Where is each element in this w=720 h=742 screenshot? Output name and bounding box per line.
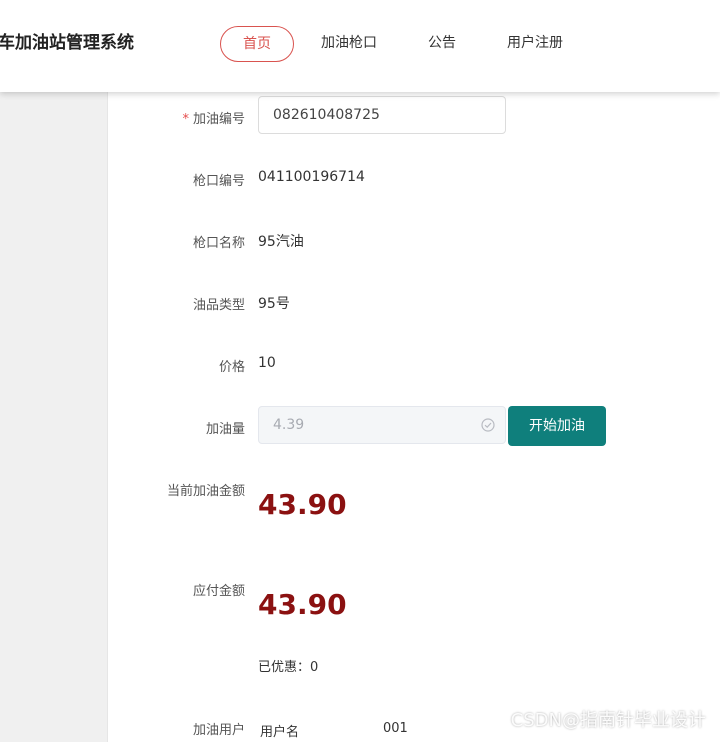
payable-label: 应付金额 [192,584,245,599]
site-title: 车加油站管理系统 [0,33,134,53]
price-value: 10 [258,355,276,371]
check-circle-icon [481,418,495,432]
discount-text: 已优惠：0 [258,660,319,675]
fuel-amount-value: 4.39 [273,417,305,433]
oil-type-value: 95号 [258,296,290,312]
fuel-user-value: 001 [383,721,408,736]
nav-home[interactable]: 首页 [220,26,294,62]
fuel-user-field-label: 用户名 [260,725,300,740]
nozzle-no-value: 041100196714 [258,169,365,185]
nav-user-register[interactable]: 用户注册 [507,26,563,60]
start-fueling-button[interactable]: 开始加油 [508,406,606,446]
fuel-no-input[interactable]: 082610408725 [258,96,506,134]
main-form-panel: * 加油编号 082610408725 枪口编号 041100196714 枪口名… [107,92,720,742]
fuel-amount-label: 加油量 [205,422,245,437]
required-mark: * [182,112,189,127]
nav-announcement[interactable]: 公告 [428,26,456,60]
nozzle-name-label: 枪口名称 [192,236,245,251]
nav-fuel-nozzle[interactable]: 加油枪口 [321,26,377,60]
top-header: 车加油站管理系统 首页 加油枪口 公告 用户注册 [0,0,720,92]
price-label: 价格 [218,360,245,375]
watermark: CSDN@指南针毕业设计 [510,710,706,731]
fuel-no-label: * 加油编号 [182,112,245,127]
nozzle-no-label: 枪口编号 [192,174,245,189]
fuel-amount-input[interactable]: 4.39 [258,406,506,444]
nozzle-name-value: 95汽油 [258,234,304,250]
fuel-user-label: 加油用户 [192,723,245,738]
oil-type-label: 油品类型 [192,298,245,313]
payable-value: 43.90 [258,588,347,621]
current-amount-value: 43.90 [258,488,347,521]
current-amount-label: 当前加油金额 [166,484,245,499]
